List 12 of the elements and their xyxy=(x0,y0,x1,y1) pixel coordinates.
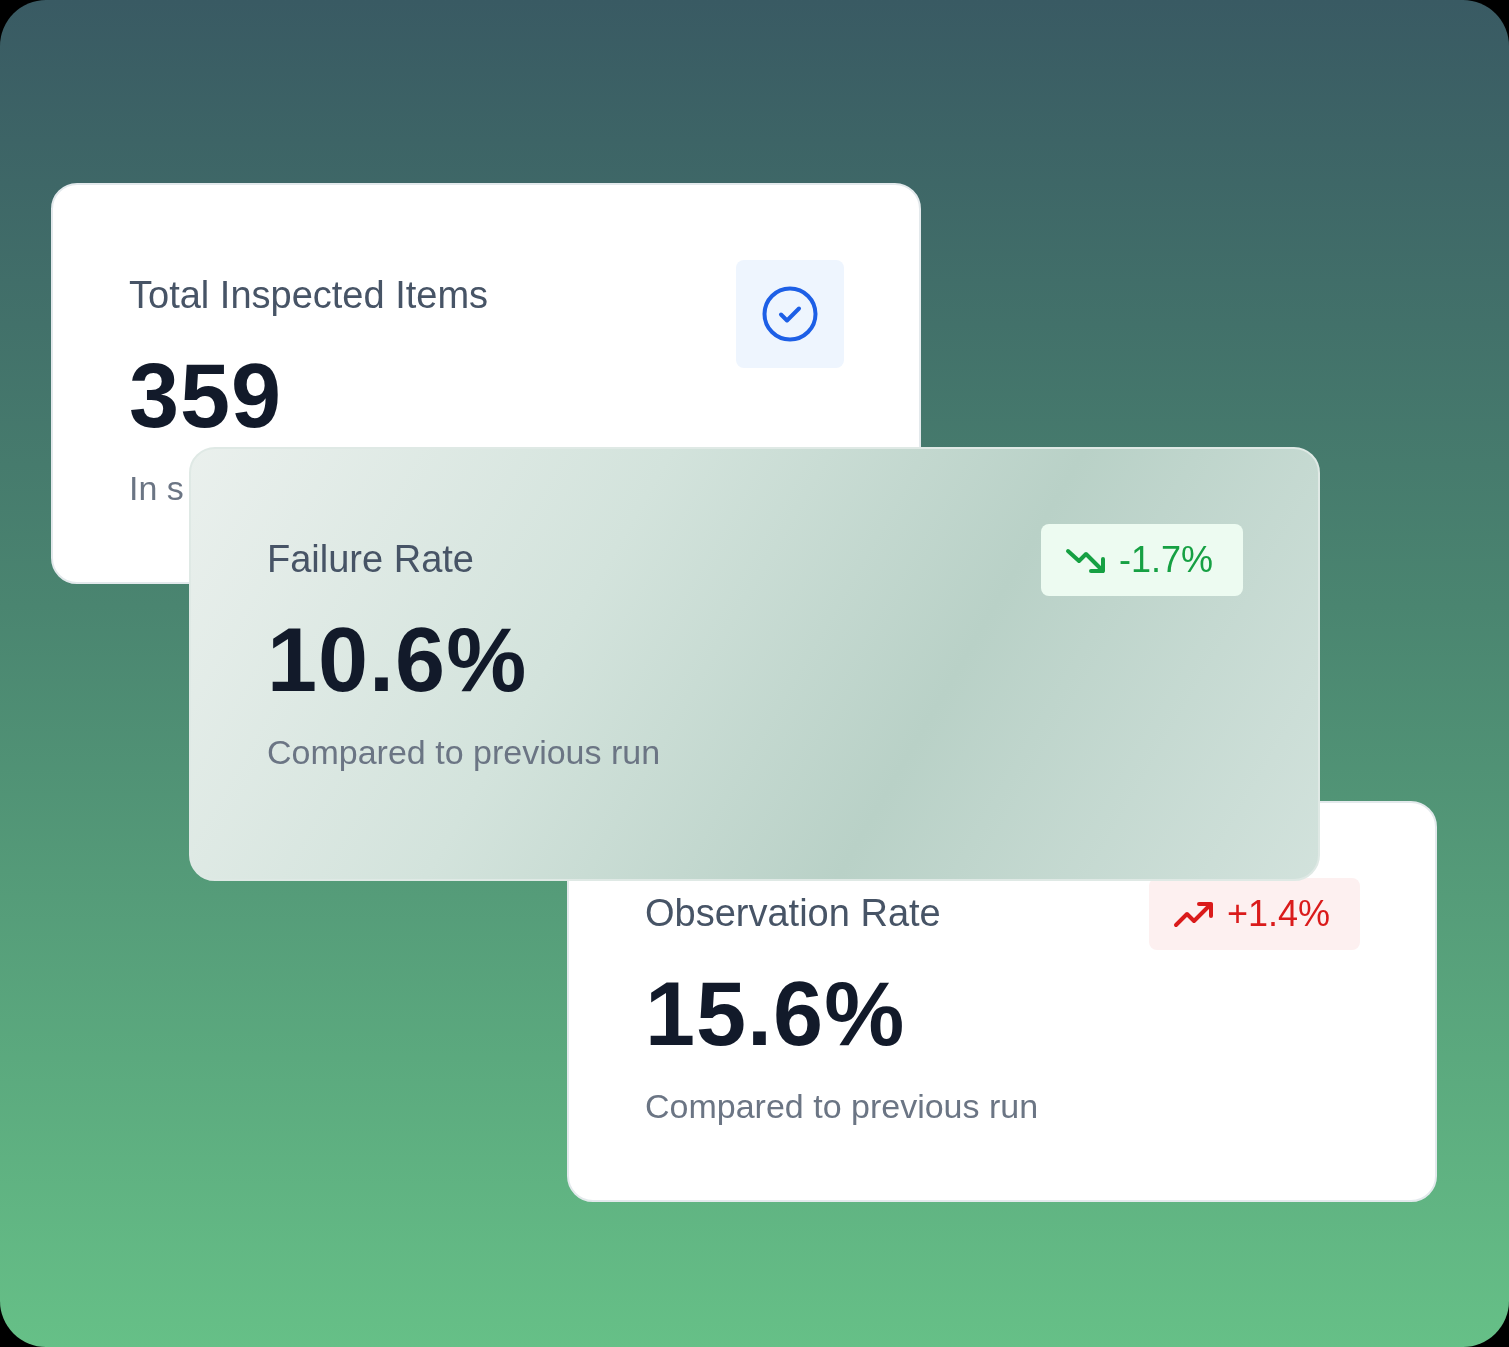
card-value: 15.6% xyxy=(645,964,907,1064)
trend-value: -1.7% xyxy=(1118,538,1213,582)
card-subtitle: In s xyxy=(129,468,184,507)
trend-value: +1.4% xyxy=(1226,892,1330,936)
card-subtitle: Compared to previous run xyxy=(267,732,661,771)
card-title: Total Inspected Items xyxy=(129,273,489,318)
check-circle-icon xyxy=(762,286,818,342)
card-title: Failure Rate xyxy=(267,537,474,582)
card-value: 10.6% xyxy=(267,610,529,710)
card-subtitle: Compared to previous run xyxy=(645,1086,1039,1125)
card-title: Observation Rate xyxy=(645,891,941,936)
card-value: 359 xyxy=(129,346,284,446)
